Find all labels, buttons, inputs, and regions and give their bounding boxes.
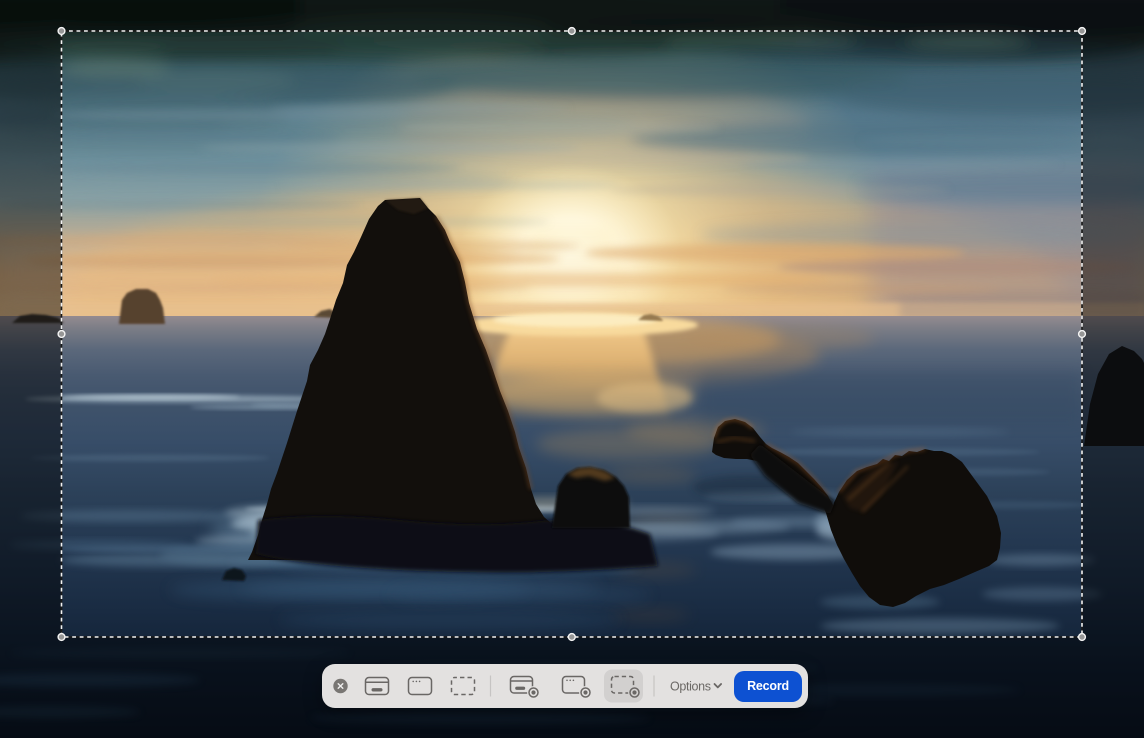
svg-text:Options: Options: [670, 680, 711, 694]
